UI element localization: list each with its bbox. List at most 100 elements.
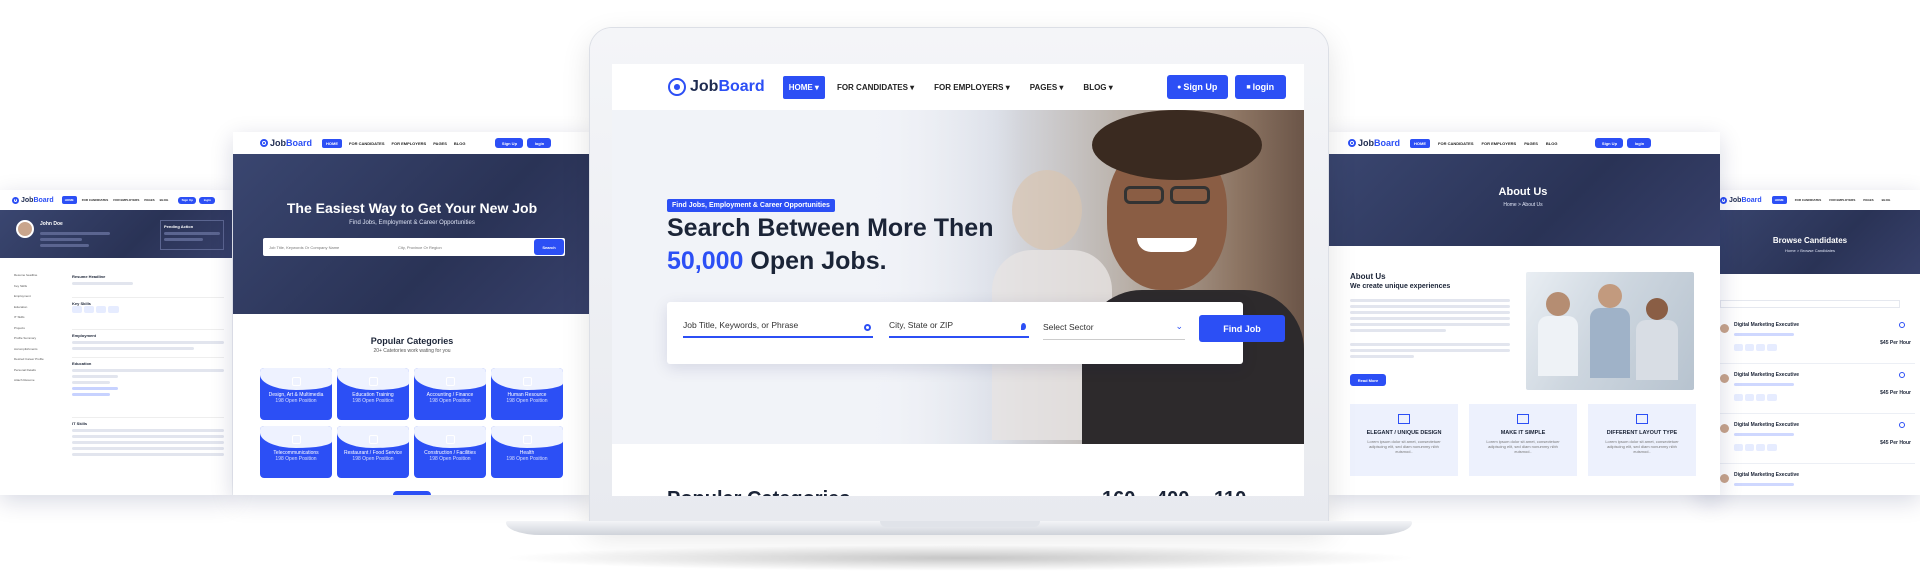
right-screen: Job Board HOME FOR CANDIDATES FOR EMPLOYE… bbox=[1326, 132, 1720, 495]
feature-card: MAKE IT SIMPLE Lorem ipsum dolor sit ame… bbox=[1469, 404, 1577, 476]
logo[interactable]: Job Board bbox=[1720, 196, 1762, 204]
nav-employers[interactable]: FOR EMPLOYERS bbox=[1482, 141, 1517, 146]
nav-blog[interactable]: BLOG ▾ bbox=[1083, 83, 1112, 92]
hero-title: Browse Candidates bbox=[1772, 236, 1848, 245]
category-icon bbox=[368, 377, 378, 386]
favorite-icon[interactable] bbox=[1899, 372, 1905, 378]
search-button[interactable]: Search bbox=[534, 239, 564, 255]
avatar bbox=[16, 220, 34, 238]
find-job-button[interactable]: Find Job bbox=[1199, 315, 1285, 342]
search-icon bbox=[864, 324, 871, 331]
nav-home[interactable]: HOME bbox=[61, 196, 77, 204]
nav-home[interactable]: HOME bbox=[1410, 138, 1431, 148]
candidate-row[interactable]: Digital Marketing Executive bbox=[1720, 468, 1915, 495]
hero-banner: Browse Candidates Home > Browse Candidat… bbox=[1700, 210, 1920, 274]
nav-candidates[interactable]: FOR CANDIDATES ▾ bbox=[837, 83, 914, 92]
profile-name: John Doe bbox=[40, 221, 63, 227]
feature-icon bbox=[1636, 414, 1648, 424]
breadcrumb: Home > Browse Candidates bbox=[1785, 248, 1835, 253]
category-card[interactable]: Education Training 198 Open Position bbox=[337, 368, 409, 420]
nav-candidates[interactable]: FOR CANDIDATES bbox=[1795, 198, 1822, 202]
sidebar-item[interactable]: Personal Details bbox=[14, 365, 64, 376]
nav-pages[interactable]: PAGES bbox=[433, 141, 447, 146]
category-count: 198 Open Position bbox=[275, 398, 317, 404]
category-count: 198 Open Position bbox=[352, 398, 394, 404]
nav-employers[interactable]: FOR EMPLOYERS ▾ bbox=[934, 83, 1010, 92]
nav-pages[interactable]: PAGES bbox=[144, 198, 154, 202]
hero-subtitle: Find Jobs, Employment & Career Opportuni… bbox=[349, 220, 475, 226]
sidebar-item[interactable]: Accomplishments bbox=[14, 344, 64, 355]
category-card[interactable]: Human Resource 198 Open Position bbox=[491, 368, 563, 420]
logo[interactable]: Job Board bbox=[1348, 138, 1400, 148]
profile-banner: John Doe Pending Action bbox=[0, 210, 232, 258]
feature-text: Lorem ipsum dolor sit amet, consectetuer… bbox=[1367, 439, 1441, 454]
nav-candidates[interactable]: FOR CANDIDATES bbox=[1438, 141, 1473, 146]
hero-section: Find Jobs, Employment & Career Opportuni… bbox=[612, 110, 1304, 444]
category-icon bbox=[522, 435, 532, 444]
candidate-row[interactable]: Digital Marketing Executive $45 Per Hour bbox=[1720, 318, 1915, 364]
nav-blog[interactable]: BLOG bbox=[1882, 198, 1891, 202]
login-button[interactable]: login bbox=[527, 138, 552, 148]
login-button[interactable]: ■ login bbox=[1234, 75, 1286, 99]
nav-candidates[interactable]: FOR CANDIDATES bbox=[82, 198, 109, 202]
sidebar-item[interactable]: Education bbox=[14, 302, 64, 313]
keyword-input[interactable]: Job Title, Keywords Or Company Name bbox=[263, 245, 398, 250]
sidebar-item[interactable]: Key Skills bbox=[14, 281, 64, 292]
section-title: Education bbox=[72, 361, 92, 366]
signup-button[interactable]: ● Sign Up bbox=[1166, 75, 1228, 99]
nav-home[interactable]: HOME bbox=[322, 138, 343, 148]
logo-text-2: Board bbox=[1741, 196, 1762, 204]
category-card[interactable]: Design, Art & Multimedia 198 Open Positio… bbox=[260, 368, 332, 420]
sidebar-item[interactable]: Attach Resume bbox=[14, 375, 64, 386]
logo[interactable]: Job Board bbox=[668, 78, 765, 96]
location-input[interactable]: City, Province Or Region bbox=[398, 245, 534, 250]
nav-blog[interactable]: BLOG bbox=[1546, 141, 1558, 146]
signup-button[interactable]: Sign Up bbox=[1595, 138, 1624, 148]
nav-employers[interactable]: FOR EMPLOYERS bbox=[392, 141, 427, 146]
logo-text-2: Board bbox=[718, 78, 765, 95]
category-card[interactable]: Accounting / Finance 198 Open Position bbox=[414, 368, 486, 420]
category-card[interactable]: Health 198 Open Position bbox=[491, 426, 563, 478]
navbar: Job Board HOME FOR CANDIDATES FOR EMPLOYE… bbox=[1700, 190, 1920, 210]
favorite-icon[interactable] bbox=[1899, 422, 1905, 428]
nav-pages[interactable]: PAGES bbox=[1524, 141, 1538, 146]
nav-employers[interactable]: FOR EMPLOYERS bbox=[1829, 198, 1855, 202]
filter-bar[interactable] bbox=[1720, 300, 1900, 308]
logo-text-1: Job bbox=[21, 196, 34, 204]
category-card[interactable]: Construction / Facilities 198 Open Positi… bbox=[414, 426, 486, 478]
keyword-input[interactable]: Job Title, Keywords, or Phrase bbox=[683, 320, 873, 338]
sidebar-item[interactable]: Desired Career Profile bbox=[14, 354, 64, 365]
sidebar-item[interactable]: IT Skills bbox=[14, 312, 64, 323]
nav-pages[interactable]: PAGES bbox=[1863, 198, 1873, 202]
nav-blog[interactable]: BLOG bbox=[454, 141, 466, 146]
signup-button[interactable]: Sign Up bbox=[495, 138, 524, 148]
category-card[interactable]: Restaurant / Food Service 198 Open Positi… bbox=[337, 426, 409, 478]
category-card[interactable]: Telecommunications 198 Open Position bbox=[260, 426, 332, 478]
sector-select[interactable]: Select Sector ⌄ bbox=[1043, 320, 1185, 340]
sidebar-item[interactable]: Profile Summary bbox=[14, 333, 64, 344]
more-button[interactable] bbox=[393, 491, 431, 495]
logo-icon bbox=[260, 139, 268, 147]
location-input[interactable]: City, State or ZIP bbox=[889, 320, 1029, 338]
nav-home[interactable]: HOME ▾ bbox=[782, 75, 825, 99]
avatar bbox=[1720, 424, 1729, 433]
login-button[interactable]: login bbox=[199, 196, 216, 204]
candidate-row[interactable]: Digital Marketing Executive $45 Per Hour bbox=[1720, 418, 1915, 464]
nav-employers[interactable]: FOR EMPLOYERS bbox=[113, 198, 139, 202]
read-more-button[interactable]: Read More bbox=[1350, 374, 1386, 386]
candidate-row[interactable]: Digital Marketing Executive $45 Per Hour bbox=[1720, 368, 1915, 414]
nav-blog[interactable]: BLOG bbox=[160, 198, 169, 202]
favorite-icon[interactable] bbox=[1899, 322, 1905, 328]
nav-home[interactable]: HOME bbox=[1771, 196, 1787, 204]
logo[interactable]: Job Board bbox=[12, 196, 54, 204]
nav-pages[interactable]: PAGES ▾ bbox=[1030, 83, 1064, 92]
feature-text: Lorem ipsum dolor sit amet, consectetuer… bbox=[1486, 439, 1560, 454]
feature-card: ELEGANT / UNIQUE DESIGN Lorem ipsum dolo… bbox=[1350, 404, 1458, 476]
signup-button[interactable]: Sign Up bbox=[178, 196, 197, 204]
sidebar-item[interactable]: Projects bbox=[14, 323, 64, 334]
logo[interactable]: Job Board bbox=[260, 138, 312, 148]
sidebar-item[interactable]: Resume headline bbox=[14, 270, 64, 281]
login-button[interactable]: login bbox=[1627, 138, 1652, 148]
sidebar-item[interactable]: Employment bbox=[14, 291, 64, 302]
nav-candidates[interactable]: FOR CANDIDATES bbox=[349, 141, 384, 146]
